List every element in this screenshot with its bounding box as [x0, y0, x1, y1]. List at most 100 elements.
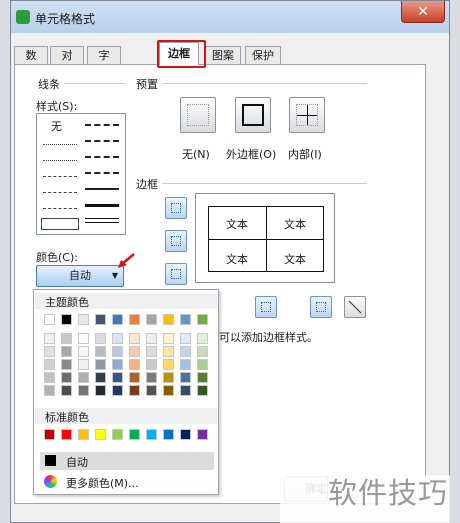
theme-swatch[interactable] [197, 372, 208, 383]
theme-swatch[interactable] [129, 372, 140, 383]
line-style-medium[interactable] [85, 188, 119, 190]
line-style-slanted[interactable] [85, 172, 119, 174]
theme-swatch[interactable] [61, 359, 72, 370]
theme-swatch[interactable] [78, 314, 89, 325]
theme-swatch[interactable] [61, 346, 72, 357]
line-style-medium-dash-dot-dot[interactable] [85, 156, 119, 158]
line-style-thick[interactable] [85, 204, 119, 207]
theme-swatch[interactable] [146, 346, 157, 357]
theme-swatch[interactable] [180, 372, 191, 383]
line-style-dotted[interactable] [43, 160, 77, 161]
theme-swatch[interactable] [180, 359, 191, 370]
border-right-button[interactable] [310, 296, 332, 318]
auto-color-option[interactable]: 自动 [40, 452, 214, 470]
border-preview[interactable]: 文本 文本 文本 文本 [195, 193, 335, 283]
theme-swatch[interactable] [44, 333, 55, 344]
close-button[interactable]: ✕ [401, 1, 445, 23]
theme-swatch[interactable] [95, 346, 106, 357]
line-style-dashed[interactable] [43, 208, 77, 209]
border-center-v-button[interactable] [255, 296, 277, 318]
tab-protection[interactable]: 保护 [245, 46, 281, 64]
theme-swatch[interactable] [61, 314, 72, 325]
line-style-medium-dashed[interactable] [85, 124, 119, 126]
theme-swatch[interactable] [78, 333, 89, 344]
standard-swatch[interactable] [146, 429, 157, 440]
standard-swatch[interactable] [95, 429, 106, 440]
preset-none-button[interactable] [180, 97, 216, 133]
theme-swatch[interactable] [112, 385, 123, 396]
border-bottom-button[interactable] [165, 263, 187, 285]
tab-alignment[interactable]: 对齐 [50, 46, 84, 80]
theme-swatch[interactable] [112, 372, 123, 383]
theme-swatch[interactable] [180, 346, 191, 357]
theme-swatch[interactable] [112, 346, 123, 357]
theme-swatch[interactable] [197, 314, 208, 325]
line-style-dash-dot[interactable] [43, 192, 77, 193]
standard-swatch[interactable] [197, 429, 208, 440]
theme-swatch[interactable] [180, 385, 191, 396]
theme-swatch[interactable] [95, 359, 106, 370]
theme-swatch[interactable] [180, 314, 191, 325]
theme-swatch[interactable] [163, 346, 174, 357]
title-bar[interactable]: 单元格格式 ✕ [11, 1, 449, 33]
standard-swatch[interactable] [180, 429, 191, 440]
theme-swatch[interactable] [163, 333, 174, 344]
theme-swatch[interactable] [163, 359, 174, 370]
standard-swatch[interactable] [78, 429, 89, 440]
preset-inside-button[interactable] [289, 97, 325, 133]
preset-outline-button[interactable] [235, 97, 271, 133]
line-style-thin-selected[interactable] [41, 218, 79, 230]
line-style-dash-dot-dot[interactable] [43, 176, 77, 177]
theme-swatch[interactable] [112, 333, 123, 344]
theme-swatch[interactable] [95, 372, 106, 383]
line-style-hair[interactable] [43, 144, 77, 145]
theme-swatch[interactable] [44, 372, 55, 383]
theme-swatch[interactable] [95, 333, 106, 344]
standard-swatch[interactable] [61, 429, 72, 440]
theme-swatch[interactable] [163, 372, 174, 383]
standard-swatch[interactable] [44, 429, 55, 440]
tab-number[interactable]: 数字 [14, 46, 48, 80]
theme-swatch[interactable] [61, 333, 72, 344]
more-colors-option[interactable]: 更多颜色(M)... [40, 473, 214, 491]
theme-swatch[interactable] [78, 359, 89, 370]
theme-swatch[interactable] [44, 346, 55, 357]
tab-font[interactable]: 字体 [87, 46, 121, 80]
tab-pattern[interactable]: 图案 [205, 46, 241, 64]
theme-swatch[interactable] [61, 372, 72, 383]
border-top-button[interactable] [165, 197, 187, 219]
theme-swatch[interactable] [61, 385, 72, 396]
theme-swatch[interactable] [129, 385, 140, 396]
standard-swatch[interactable] [163, 429, 174, 440]
theme-swatch[interactable] [78, 346, 89, 357]
theme-swatch[interactable] [129, 333, 140, 344]
line-style-double[interactable] [85, 218, 119, 223]
theme-swatch[interactable] [129, 314, 140, 325]
theme-swatch[interactable] [197, 359, 208, 370]
border-diagonal-button[interactable] [344, 296, 366, 318]
standard-swatch[interactable] [112, 429, 123, 440]
theme-swatch[interactable] [197, 346, 208, 357]
theme-swatch[interactable] [197, 385, 208, 396]
theme-swatch[interactable] [146, 333, 157, 344]
theme-swatch[interactable] [44, 359, 55, 370]
theme-swatch[interactable] [112, 314, 123, 325]
theme-swatch[interactable] [146, 385, 157, 396]
standard-swatch[interactable] [129, 429, 140, 440]
theme-swatch[interactable] [78, 385, 89, 396]
color-dropdown-button[interactable]: 自动 ▼ [36, 265, 124, 287]
theme-swatch[interactable] [197, 333, 208, 344]
theme-swatch[interactable] [44, 314, 55, 325]
theme-swatch[interactable] [146, 314, 157, 325]
border-middle-h-button[interactable] [165, 230, 187, 252]
theme-swatch[interactable] [146, 372, 157, 383]
theme-swatch[interactable] [95, 314, 106, 325]
theme-swatch[interactable] [112, 359, 123, 370]
line-style-none[interactable]: 无 [51, 118, 62, 134]
theme-swatch[interactable] [78, 372, 89, 383]
theme-swatch[interactable] [44, 385, 55, 396]
theme-swatch[interactable] [146, 359, 157, 370]
line-style-medium-dash-dot[interactable] [85, 140, 119, 142]
theme-swatch[interactable] [95, 385, 106, 396]
theme-swatch[interactable] [129, 359, 140, 370]
